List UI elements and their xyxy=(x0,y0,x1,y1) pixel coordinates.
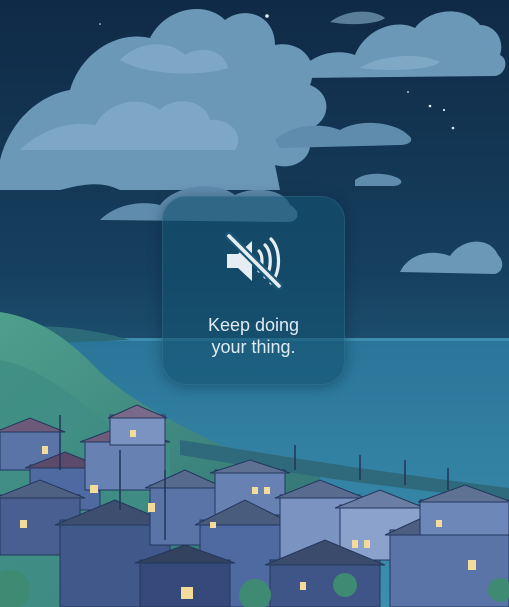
speaker-muted-icon xyxy=(224,232,283,290)
mute-notification-overlay: Keep doing your thing. xyxy=(162,196,345,385)
mute-message-line-1: Keep doing xyxy=(207,315,300,335)
mute-message-line-2: your thing. xyxy=(211,337,296,357)
desktop-screen: Keep doing your thing. xyxy=(0,0,509,607)
mute-message: Keep doing your thing. xyxy=(208,314,299,358)
